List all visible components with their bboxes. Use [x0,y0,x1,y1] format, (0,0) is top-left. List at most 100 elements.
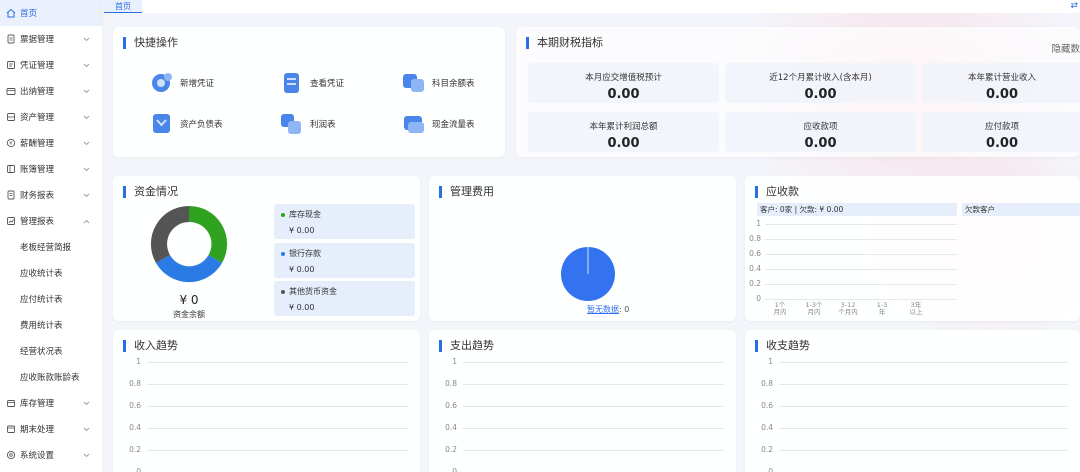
sidebar-item-invoice[interactable]: 票据管理 [0,26,102,52]
sidebar-subitem-receivable-stats[interactable]: 应收统计表 [0,260,102,286]
fund-label: 库存现金 [289,210,321,219]
sidebar-item-ledger[interactable]: 账簿管理 [0,156,102,182]
quick-label: 查看凭证 [310,79,345,89]
quick-cash-flow[interactable]: 现金流量表 [400,110,475,138]
x-axis-tick-label: 1个 月内 [773,301,787,316]
sidebar-item-management-report[interactable]: 管理报表 [0,208,102,234]
sidebar-subitem-expense-stats[interactable]: 费用统计表 [0,312,102,338]
card-title: 快捷操作 [123,37,178,49]
chevron-down-icon [83,61,90,71]
fund-label: 其他货币资金 [289,287,337,296]
grid-line [147,428,408,429]
balance-trend-card: 收支趋势 1 0.8 0.6 0.4 0.2 0 [745,330,1080,472]
gear-icon [152,73,172,92]
sidebar-subitem-receivable-aging[interactable]: 应收账款账龄表 [0,364,102,390]
metric-value: 0.00 [985,136,1019,151]
income-trend-card: 收入趋势 1 0.8 0.6 0.4 0.2 0 [113,330,420,472]
metric-value: 0.00 [607,136,640,151]
grid-line [779,362,1068,363]
sidebar: 首页 票据管理 凭证管理 出纳管理 资产管理 ¥ 薪酬管理 账簿管理 财务报表 … [0,0,103,472]
quick-new-voucher[interactable]: 新增凭证 [148,69,214,97]
card-title: 支出趋势 [439,340,494,352]
y-axis-tick-label: 0.4 [445,423,457,432]
sidebar-item-home[interactable]: 首页 [0,0,102,26]
card-title: 资金情况 [123,186,178,198]
chevron-down-icon [83,425,90,435]
metric-value: 0.00 [804,136,837,151]
chevron-down-icon [83,35,90,45]
y-axis-tick-label: 0.6 [445,401,457,410]
inventory-icon [6,398,16,408]
sidebar-item-period-end[interactable]: 期末处理 [0,416,102,442]
metric-label: 本年累计利润总额 [589,122,658,132]
card-title: 收入趋势 [123,340,178,352]
fund-value: ¥ 0.00 [289,303,315,312]
settings-icon [6,450,16,460]
quick-actions-card: 快捷操作 新增凭证 查看凭证 科目余额表 资产负债表 利润表 现金流量表 [113,27,505,157]
sidebar-item-salary[interactable]: ¥ 薪酬管理 [0,130,102,156]
quick-balance-sheet[interactable]: 资产负债表 [148,110,223,138]
x-axis-tick-label: 1-3个 月内 [805,301,823,316]
card-title: 管理费用 [439,186,494,198]
grid-line [779,406,1068,407]
y-axis-tick-label: 1 [136,357,141,366]
y-axis-tick-label: 1 [756,219,761,228]
quick-label: 资产负债表 [180,120,223,130]
quick-label: 科目余额表 [432,79,475,89]
grid-line [147,450,408,451]
metric-annual-revenue: 本年累计营业收入 0.00 [922,63,1080,103]
grid-line [463,450,724,451]
quick-account-balance[interactable]: 科目余额表 [400,69,475,97]
quick-income-statement[interactable]: 利润表 [278,110,336,138]
y-axis-tick-label: 0.4 [761,423,773,432]
debtor-customers-header: 欠款客户 [962,203,1080,216]
expense-trend-card: 支出趋势 1 0.8 0.6 0.4 0.2 0 [429,330,736,472]
refresh-icon[interactable]: ⇄ [1070,1,1078,11]
sidebar-item-label: 财务报表 [20,191,55,201]
y-axis-tick-label: 0 [452,467,457,472]
sidebar-item-financial-report[interactable]: 财务报表 [0,182,102,208]
sidebar-subitem-payable-stats[interactable]: 应付统计表 [0,286,102,312]
sidebar-subitem-boss-brief[interactable]: 老板经营简报 [0,234,102,260]
funds-card: 资金情况 ¥ 0 资金余额 库存现金 ¥ 0.00 银行存款 ¥ 0.00 其他… [113,176,420,321]
grid-line [765,224,957,225]
y-axis-tick-label: 0 [136,467,141,472]
y-axis-tick-label: 0.8 [761,379,773,388]
sidebar-subitem-business-status[interactable]: 经营状况表 [0,338,102,364]
shield-icon [153,114,170,133]
gray-dot-icon [281,289,285,294]
sidebar-item-cashier[interactable]: 出纳管理 [0,78,102,104]
sidebar-item-label: 系统设置 [20,451,55,461]
grid-line [765,254,957,255]
hide-data-link[interactable]: 隐藏数 [1051,41,1080,55]
no-data-legend[interactable]: 暂无数据: 0 [587,304,629,315]
sidebar-item-label: 资产管理 [20,113,55,123]
chevron-down-icon [83,165,90,175]
sidebar-item-assets[interactable]: 资产管理 [0,104,102,130]
sidebar-item-label: 首页 [20,9,38,19]
metric-label: 应付款项 [984,122,1019,132]
chevron-down-icon [83,451,90,461]
chevron-down-icon [83,399,90,409]
grid-line [463,406,724,407]
sidebar-item-voucher[interactable]: 凭证管理 [0,52,102,78]
tab-bar: 首页 ⇄ [104,0,1080,13]
report-icon [6,190,16,200]
receivables-card: 应收款 客户: 0家 | 欠款: ¥ 0.00 欠款客户 1 0.8 0.6 0.4 0… [745,176,1080,321]
no-data-value: : 0 [619,305,630,314]
sidebar-item-settings[interactable]: 系统设置 [0,442,102,468]
sidebar-item-inventory[interactable]: 库存管理 [0,390,102,416]
tab-home[interactable]: 首页 [104,0,142,13]
grid-line [147,362,408,363]
document-icon [284,73,299,93]
financial-indicators-card: 本期财税指标 隐藏数 本月应交增值税预计 0.00 近12个月累计收入(含本月)… [516,27,1080,157]
fund-value: ¥ 0.00 [289,226,315,235]
chevron-down-icon [83,139,90,149]
receipt-icon [6,34,16,44]
y-axis-tick-label: 0.8 [749,234,761,243]
quick-view-voucher[interactable]: 查看凭证 [278,69,344,97]
x-axis-tick-label: 3年 以上 [909,301,923,316]
quick-label: 现金流量表 [432,120,475,130]
card-title: 收支趋势 [755,340,810,352]
sidebar-item-label: 库存管理 [20,399,55,409]
